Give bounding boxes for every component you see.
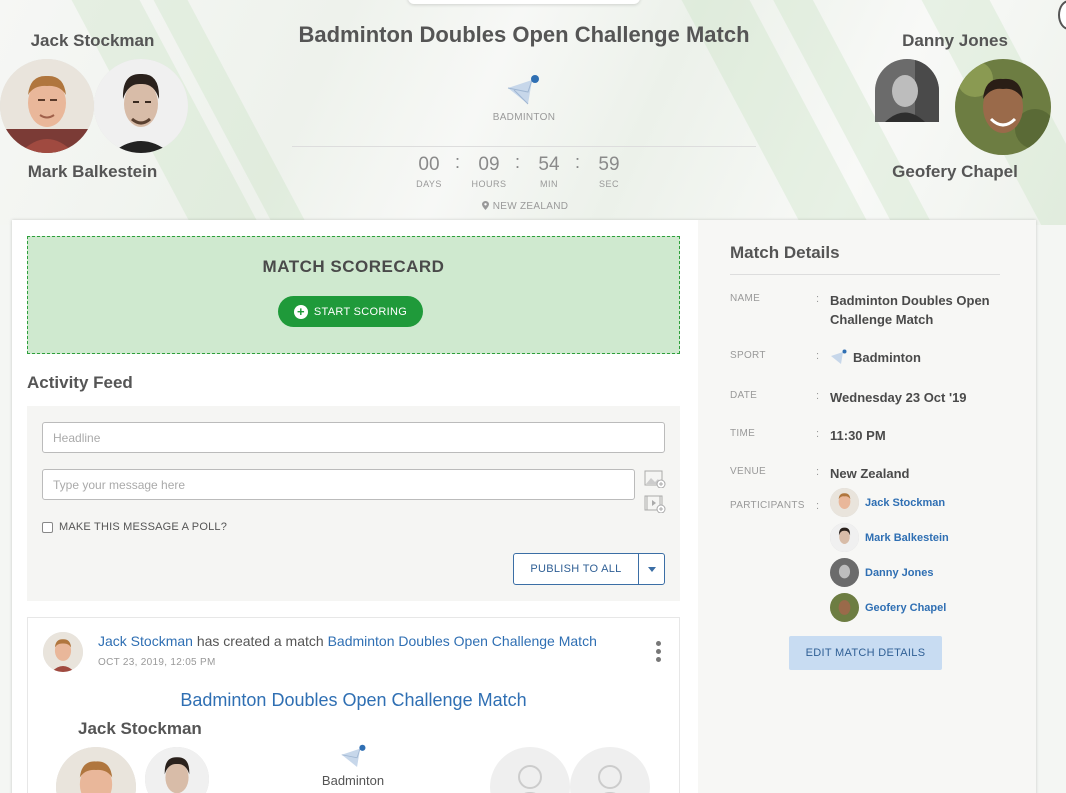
countdown-sec-value: 59 — [598, 154, 620, 175]
post-author-avatar[interactable] — [43, 632, 83, 672]
sport-caption: BADMINTON — [492, 112, 556, 123]
detail-name-line-2: Challenge Match — [830, 312, 934, 327]
countdown-sec-label: SEC — [598, 179, 619, 189]
detail-sport-value: Badminton — [830, 348, 921, 367]
participant-avatar — [830, 523, 859, 552]
avatar-image — [94, 59, 188, 153]
post-card-title[interactable]: Badminton Doubles Open Challenge Match — [27, 690, 680, 711]
detail-colon: : — [816, 350, 820, 362]
kebab-menu-icon[interactable] — [654, 641, 662, 665]
participant-name[interactable]: Mark Balkestein — [865, 532, 949, 544]
message-input[interactable]: Type your message here — [42, 469, 635, 500]
countdown-min-label: MIN — [540, 179, 558, 189]
participant-item[interactable]: Geofery Chapel — [830, 593, 946, 622]
avatar-mark-balkestein[interactable] — [94, 59, 188, 153]
post-card-sport: Badminton — [321, 773, 385, 788]
location-pin-icon — [481, 201, 489, 210]
team-right-player-1-name[interactable]: Danny Jones — [880, 31, 1030, 51]
team-left-player-2-name[interactable]: Mark Balkestein — [10, 162, 175, 182]
detail-colon: : — [816, 293, 820, 305]
avatar-geofery-chapel[interactable] — [955, 59, 1051, 155]
participant-name[interactable]: Danny Jones — [865, 567, 933, 579]
participant-item[interactable]: Mark Balkestein — [830, 523, 949, 552]
match-details-title: Match Details — [730, 243, 840, 262]
publish-dropdown-caret[interactable] — [638, 553, 665, 585]
top-tab[interactable] — [408, 0, 640, 4]
detail-time-label: TIME — [730, 428, 756, 439]
edit-match-details-button[interactable]: EDIT MATCH DETAILS — [789, 636, 942, 670]
countdown-hours-value: 09 — [478, 154, 500, 175]
match-title: Badminton Doubles Open Challenge Match — [298, 22, 750, 47]
countdown-days-label: DAYS — [416, 179, 442, 189]
detail-sport-label: SPORT — [730, 350, 766, 361]
participant-item[interactable]: Danny Jones — [830, 558, 933, 587]
location-text: NEW ZEALAND — [492, 201, 569, 212]
badminton-shuttle-icon — [340, 744, 368, 770]
countdown-days: 00 DAYS — [399, 154, 459, 189]
divider — [292, 146, 756, 147]
countdown-hours-label: HOURS — [471, 179, 507, 189]
avatar-jack-stockman[interactable] — [0, 59, 94, 153]
detail-sport-text: Badminton — [853, 350, 921, 365]
scorecard-title: MATCH SCORECARD — [262, 257, 445, 276]
post-card-team-name: Jack Stockman — [78, 719, 202, 738]
video-upload-icon[interactable] — [644, 495, 666, 514]
avatar-image — [43, 632, 83, 672]
detail-colon: : — [816, 390, 820, 402]
detail-date-label: DATE — [730, 390, 758, 401]
post-headline: Jack Stockman has created a match Badmin… — [98, 633, 597, 649]
participant-avatar — [830, 593, 859, 622]
detail-colon: : — [816, 500, 820, 512]
detail-time-value: 11:30 PM — [830, 428, 886, 443]
detail-colon: : — [816, 466, 820, 478]
badminton-shuttle-icon — [831, 349, 847, 364]
detail-name-label: NAME — [730, 293, 761, 304]
activity-feed-title: Activity Feed — [27, 373, 133, 392]
participant-name[interactable]: Jack Stockman — [865, 497, 945, 509]
team-right-player-2-name[interactable]: Geofery Chapel — [880, 162, 1030, 182]
post-date: OCT 23, 2019, 12:05 PM — [98, 657, 216, 668]
detail-colon: : — [816, 428, 820, 440]
start-scoring-button[interactable]: + START SCORING — [278, 296, 423, 327]
team-left-player-1-name[interactable]: Jack Stockman — [10, 31, 175, 51]
avatar-danny-jones[interactable] — [875, 59, 939, 122]
badminton-shuttle-icon — [506, 74, 542, 108]
countdown-min: 54 MIN — [519, 154, 579, 189]
match-location: NEW ZEALAND — [470, 201, 580, 212]
post-action-text: has created a match — [196, 633, 324, 649]
plus-circle-icon: + — [293, 304, 308, 319]
divider — [730, 274, 1000, 275]
participant-item[interactable]: Jack Stockman — [830, 488, 945, 517]
detail-name-value: Badminton Doubles Open Challenge Match — [830, 291, 990, 329]
post-match-link[interactable]: Badminton Doubles Open Challenge Match — [328, 633, 597, 649]
countdown-days-value: 00 — [418, 154, 440, 175]
participant-avatar — [830, 488, 859, 517]
detail-venue-label: VENUE — [730, 466, 766, 477]
detail-venue-value: New Zealand — [830, 466, 910, 481]
countdown-sec: 59 SEC — [579, 154, 639, 189]
detail-name-line-1: Badminton Doubles Open — [830, 293, 990, 308]
countdown-min-value: 54 — [538, 154, 560, 175]
avatar-image — [0, 59, 94, 153]
match-scorecard: MATCH SCORECARD + START SCORING — [27, 236, 680, 354]
detail-participants-label: PARTICIPANTS — [730, 500, 805, 511]
poll-checkbox[interactable] — [42, 521, 53, 533]
detail-date-value: Wednesday 23 Oct '19 — [830, 390, 967, 405]
countdown-hours: 09 HOURS — [459, 154, 519, 189]
poll-label: MAKE THIS MESSAGE A POLL? — [59, 521, 228, 533]
image-upload-icon[interactable] — [644, 470, 666, 489]
avatar-image — [875, 59, 939, 122]
avatar-image — [955, 59, 1051, 155]
participant-name[interactable]: Geofery Chapel — [865, 602, 946, 614]
start-scoring-label: START SCORING — [313, 305, 408, 318]
participant-avatar — [830, 558, 859, 587]
poll-checkbox-row[interactable]: MAKE THIS MESSAGE A POLL? — [42, 521, 227, 533]
post-author-link[interactable]: Jack Stockman — [98, 633, 193, 649]
headline-input[interactable]: Headline — [42, 422, 665, 453]
publish-button[interactable]: PUBLISH TO ALL — [513, 553, 639, 585]
